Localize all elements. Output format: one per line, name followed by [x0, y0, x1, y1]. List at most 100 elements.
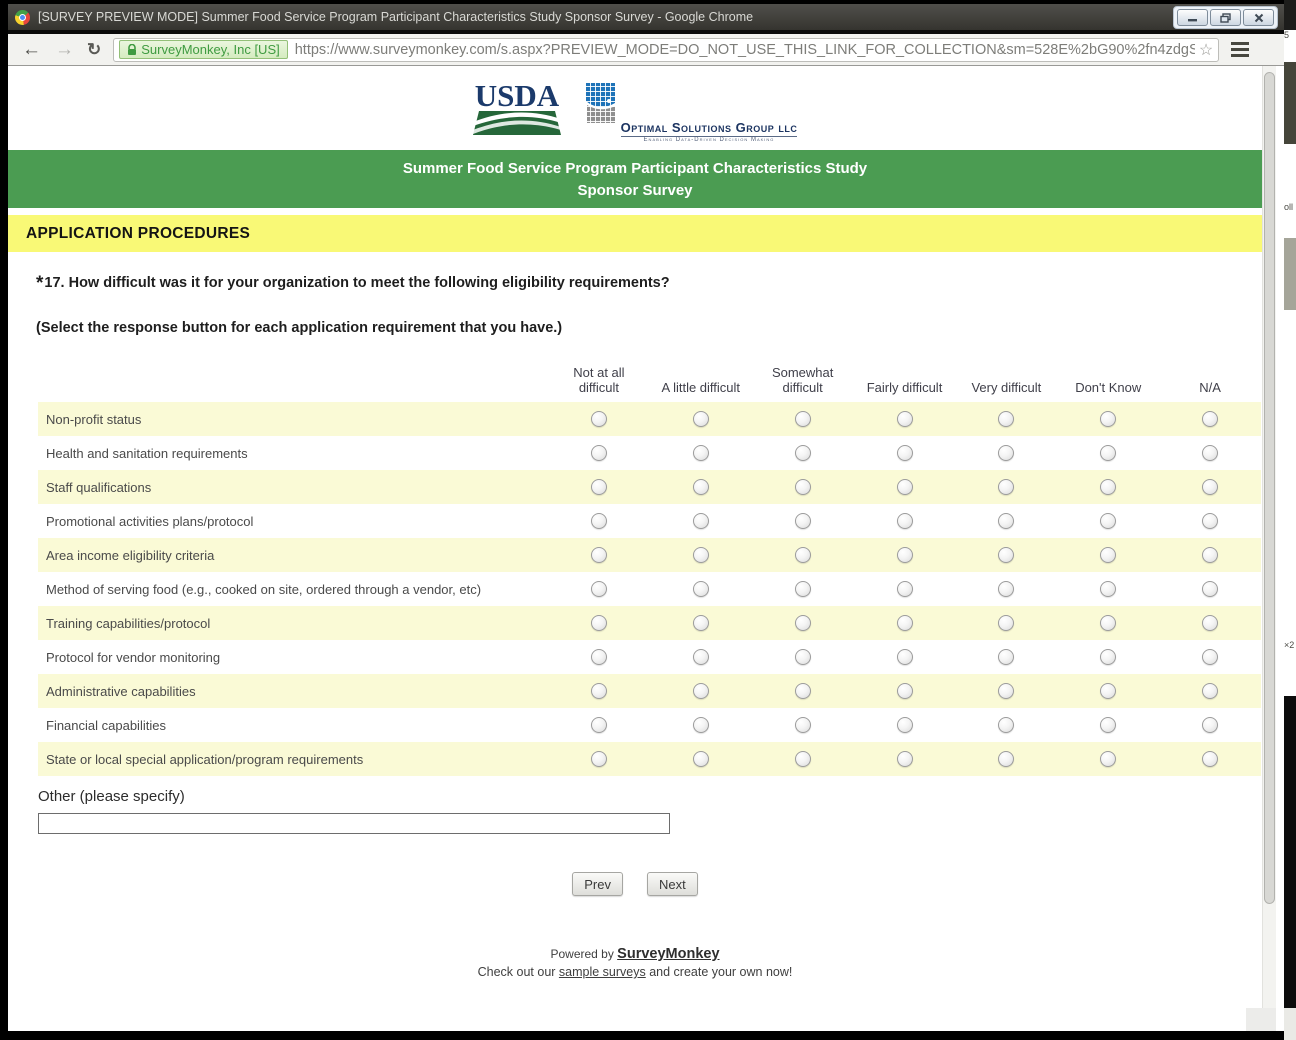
- radio-row7-col7[interactable]: [1202, 615, 1218, 631]
- surveymonkey-link[interactable]: SurveyMonkey: [617, 946, 719, 962]
- radio-row6-col2[interactable]: [693, 581, 709, 597]
- radio-row6-col7[interactable]: [1202, 581, 1218, 597]
- radio-row5-col1[interactable]: [591, 547, 607, 563]
- radio-row6-col6[interactable]: [1100, 581, 1116, 597]
- radio-row9-col7[interactable]: [1202, 683, 1218, 699]
- radio-row5-col3[interactable]: [795, 547, 811, 563]
- radio-row3-col6[interactable]: [1100, 479, 1116, 495]
- radio-row8-col5[interactable]: [998, 649, 1014, 665]
- restore-button[interactable]: [1210, 9, 1241, 26]
- radio-row5-col5[interactable]: [998, 547, 1014, 563]
- radio-row4-col1[interactable]: [591, 513, 607, 529]
- radio-row4-col6[interactable]: [1100, 513, 1116, 529]
- back-button[interactable]: ←: [22, 40, 41, 59]
- radio-row10-col3[interactable]: [795, 717, 811, 733]
- radio-row9-col6[interactable]: [1100, 683, 1116, 699]
- radio-row9-col5[interactable]: [998, 683, 1014, 699]
- radio-row11-col2[interactable]: [693, 751, 709, 767]
- radio-row10-col6[interactable]: [1100, 717, 1116, 733]
- minimize-button[interactable]: [1177, 9, 1208, 26]
- radio-row8-col2[interactable]: [693, 649, 709, 665]
- radio-row1-col6[interactable]: [1100, 411, 1116, 427]
- radio-row9-col4[interactable]: [897, 683, 913, 699]
- radio-row1-col5[interactable]: [998, 411, 1014, 427]
- radio-row7-col2[interactable]: [693, 615, 709, 631]
- radio-row3-col7[interactable]: [1202, 479, 1218, 495]
- radio-row4-col4[interactable]: [897, 513, 913, 529]
- radio-row11-col6[interactable]: [1100, 751, 1116, 767]
- radio-row10-col2[interactable]: [693, 717, 709, 733]
- radio-row1-col3[interactable]: [795, 411, 811, 427]
- sliver-block: [1284, 310, 1296, 640]
- address-bar[interactable]: SurveyMonkey, Inc [US] https://www.surve…: [113, 38, 1219, 62]
- radio-row2-col3[interactable]: [795, 445, 811, 461]
- sliver-block: ×2: [1284, 640, 1296, 696]
- forward-button[interactable]: →: [55, 40, 74, 59]
- radio-row1-col1[interactable]: [591, 411, 607, 427]
- radio-row6-col5[interactable]: [998, 581, 1014, 597]
- radio-row8-col1[interactable]: [591, 649, 607, 665]
- radio-row3-col3[interactable]: [795, 479, 811, 495]
- usda-logo-text: USDA: [474, 78, 559, 113]
- scrollbar-thumb[interactable]: [1264, 72, 1275, 904]
- radio-row7-col4[interactable]: [897, 615, 913, 631]
- radio-row3-col5[interactable]: [998, 479, 1014, 495]
- radio-row2-col5[interactable]: [998, 445, 1014, 461]
- menu-button[interactable]: [1231, 42, 1249, 57]
- bookmark-star-icon[interactable]: ☆: [1199, 40, 1213, 60]
- radio-row4-col7[interactable]: [1202, 513, 1218, 529]
- radio-row8-col3[interactable]: [795, 649, 811, 665]
- radio-row3-col2[interactable]: [693, 479, 709, 495]
- next-button[interactable]: Next: [647, 872, 698, 896]
- radio-row3-col1[interactable]: [591, 479, 607, 495]
- radio-row9-col1[interactable]: [591, 683, 607, 699]
- radio-row2-col2[interactable]: [693, 445, 709, 461]
- radio-row5-col2[interactable]: [693, 547, 709, 563]
- security-badge[interactable]: SurveyMonkey, Inc [US]: [119, 40, 287, 59]
- radio-row2-col6[interactable]: [1100, 445, 1116, 461]
- reload-button[interactable]: ↻: [87, 40, 101, 60]
- radio-row11-col4[interactable]: [897, 751, 913, 767]
- radio-row3-col4[interactable]: [897, 479, 913, 495]
- radio-row4-col5[interactable]: [998, 513, 1014, 529]
- radio-row11-col1[interactable]: [591, 751, 607, 767]
- radio-row5-col7[interactable]: [1202, 547, 1218, 563]
- radio-row7-col1[interactable]: [591, 615, 607, 631]
- radio-row10-col1[interactable]: [591, 717, 607, 733]
- radio-row7-col3[interactable]: [795, 615, 811, 631]
- sliver-block: [1284, 696, 1296, 1008]
- radio-row2-col7[interactable]: [1202, 445, 1218, 461]
- scrollbar-track[interactable]: [1262, 66, 1276, 1031]
- radio-row11-col5[interactable]: [998, 751, 1014, 767]
- radio-row2-col4[interactable]: [897, 445, 913, 461]
- other-input[interactable]: [38, 813, 670, 834]
- radio-row7-col5[interactable]: [998, 615, 1014, 631]
- radio-row1-col4[interactable]: [897, 411, 913, 427]
- radio-row9-col2[interactable]: [693, 683, 709, 699]
- radio-row10-col5[interactable]: [998, 717, 1014, 733]
- radio-row6-col3[interactable]: [795, 581, 811, 597]
- radio-row4-col2[interactable]: [693, 513, 709, 529]
- radio-row1-col2[interactable]: [693, 411, 709, 427]
- sample-surveys-link[interactable]: sample surveys: [559, 965, 646, 979]
- prev-button[interactable]: Prev: [572, 872, 623, 896]
- radio-row7-col6[interactable]: [1100, 615, 1116, 631]
- radio-row11-col7[interactable]: [1202, 751, 1218, 767]
- radio-row6-col4[interactable]: [897, 581, 913, 597]
- radio-row5-col4[interactable]: [897, 547, 913, 563]
- radio-row2-col1[interactable]: [591, 445, 607, 461]
- radio-row1-col7[interactable]: [1202, 411, 1218, 427]
- radio-row8-col4[interactable]: [897, 649, 913, 665]
- close-button[interactable]: [1243, 9, 1274, 26]
- browser-window: [SURVEY PREVIEW MODE] Summer Food Servic…: [8, 4, 1284, 1031]
- radio-row4-col3[interactable]: [795, 513, 811, 529]
- radio-row10-col7[interactable]: [1202, 717, 1218, 733]
- radio-row10-col4[interactable]: [897, 717, 913, 733]
- radio-row9-col3[interactable]: [795, 683, 811, 699]
- radio-row6-col1[interactable]: [591, 581, 607, 597]
- matrix-column-header: Don't Know: [1057, 360, 1159, 402]
- radio-row5-col6[interactable]: [1100, 547, 1116, 563]
- radio-row8-col6[interactable]: [1100, 649, 1116, 665]
- radio-row11-col3[interactable]: [795, 751, 811, 767]
- radio-row8-col7[interactable]: [1202, 649, 1218, 665]
